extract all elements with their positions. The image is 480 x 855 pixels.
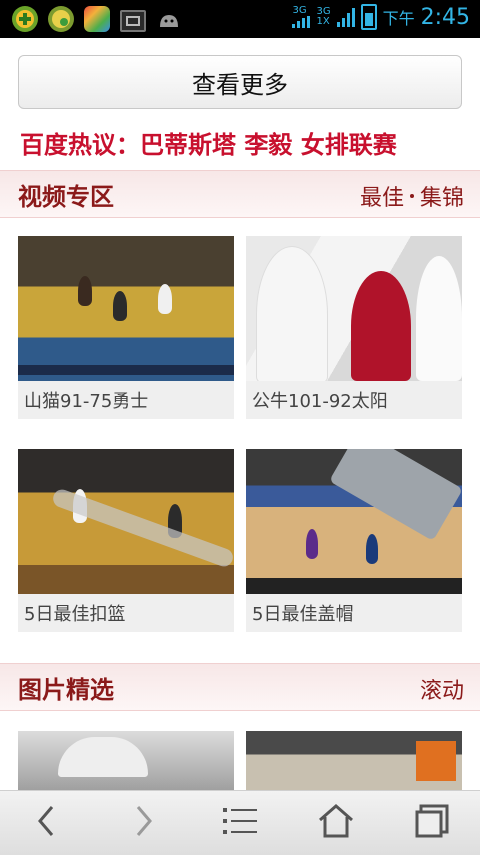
video-caption[interactable]: 公牛101-92太阳 bbox=[246, 381, 462, 419]
status-indicators: 3G 3G 1X 下午 2:45 bbox=[292, 4, 470, 30]
picture-thumbnail[interactable] bbox=[18, 731, 234, 790]
view-more-button[interactable]: 查看更多 bbox=[18, 55, 462, 109]
camera-arm bbox=[50, 487, 234, 569]
status-bar: 3G 3G 1X 下午 2:45 bbox=[0, 0, 480, 38]
app-gamepad-icon bbox=[48, 6, 74, 32]
player-figure bbox=[366, 534, 378, 564]
bottom-navigation bbox=[0, 790, 480, 855]
forward-button[interactable] bbox=[114, 801, 174, 845]
tabs-icon bbox=[415, 804, 449, 842]
highlights-link[interactable]: 集锦 bbox=[420, 180, 464, 212]
video-card[interactable]: 5日最佳盖帽 bbox=[246, 449, 462, 632]
picture-section-title: 图片精选 bbox=[18, 676, 114, 704]
player-figure bbox=[306, 529, 318, 559]
forward-icon bbox=[132, 803, 156, 843]
menu-icon bbox=[223, 805, 257, 841]
picture-section-header: 图片精选 滚动 bbox=[0, 663, 480, 711]
back-button[interactable] bbox=[16, 801, 76, 845]
network-3g-icon: 3G bbox=[292, 6, 311, 28]
app-plus-icon bbox=[12, 6, 38, 32]
camera-housing bbox=[329, 449, 462, 541]
video-thumbnail[interactable] bbox=[18, 236, 234, 381]
video-card[interactable]: 山猫91-75勇士 bbox=[18, 236, 234, 419]
video-section-title: 视频专区 bbox=[18, 183, 114, 211]
network-3g-1x-icon: 3G 1X bbox=[316, 6, 331, 27]
score-overlay bbox=[246, 578, 462, 588]
picture-card[interactable] bbox=[246, 731, 462, 790]
player-figure bbox=[113, 291, 127, 321]
player-figure bbox=[158, 284, 172, 314]
picture-card[interactable] bbox=[18, 731, 234, 790]
home-icon bbox=[318, 804, 354, 842]
player-figure bbox=[78, 276, 92, 306]
hot-topic-link[interactable]: 巴蒂斯塔 bbox=[140, 131, 236, 159]
video-thumbnail[interactable] bbox=[18, 449, 234, 594]
video-card[interactable]: 5日最佳扣篮 bbox=[18, 449, 234, 632]
hot-topics-line: 百度热议：巴蒂斯塔 李毅 女排联赛 bbox=[20, 125, 397, 160]
video-section-links: 最佳 集锦 bbox=[360, 180, 464, 212]
video-card[interactable]: 公牛101-92太阳 bbox=[246, 236, 462, 419]
picture-thumbnail[interactable] bbox=[246, 731, 462, 790]
video-thumbnail[interactable] bbox=[246, 449, 462, 594]
player-figure bbox=[256, 246, 328, 381]
back-icon bbox=[34, 803, 58, 843]
hot-topic-link[interactable]: 女排联赛 bbox=[301, 131, 397, 159]
video-section-header: 视频专区 最佳 集锦 bbox=[0, 170, 480, 218]
best-link[interactable]: 最佳 bbox=[360, 180, 404, 212]
video-caption[interactable]: 山猫91-75勇士 bbox=[18, 381, 234, 419]
tabs-button[interactable] bbox=[402, 801, 462, 845]
video-caption[interactable]: 5日最佳盖帽 bbox=[246, 594, 462, 632]
signal-strength-icon bbox=[336, 7, 355, 27]
hot-topics-prefix: 百度热议： bbox=[20, 131, 140, 159]
menu-button[interactable] bbox=[210, 801, 270, 845]
usb-debug-icon bbox=[120, 10, 146, 32]
scroll-link[interactable]: 滚动 bbox=[420, 673, 464, 705]
sign-board bbox=[416, 741, 456, 781]
clock-time: 2:45 bbox=[420, 4, 470, 30]
app-store-icon bbox=[84, 6, 110, 32]
picture-section-links: 滚动 bbox=[420, 673, 464, 705]
hot-topic-link[interactable]: 李毅 bbox=[244, 131, 292, 159]
video-caption[interactable]: 5日最佳扣篮 bbox=[18, 594, 234, 632]
score-overlay bbox=[18, 365, 234, 375]
android-icon bbox=[156, 6, 182, 32]
ceiling-lamp bbox=[58, 737, 148, 777]
notification-icons bbox=[12, 6, 182, 32]
clock-ampm: 下午 bbox=[382, 9, 415, 28]
home-button[interactable] bbox=[306, 801, 366, 845]
player-figure bbox=[416, 256, 462, 381]
separator-dot bbox=[409, 194, 414, 198]
player-figure bbox=[351, 271, 411, 381]
video-thumbnail[interactable] bbox=[246, 236, 462, 381]
battery-icon bbox=[360, 4, 377, 30]
